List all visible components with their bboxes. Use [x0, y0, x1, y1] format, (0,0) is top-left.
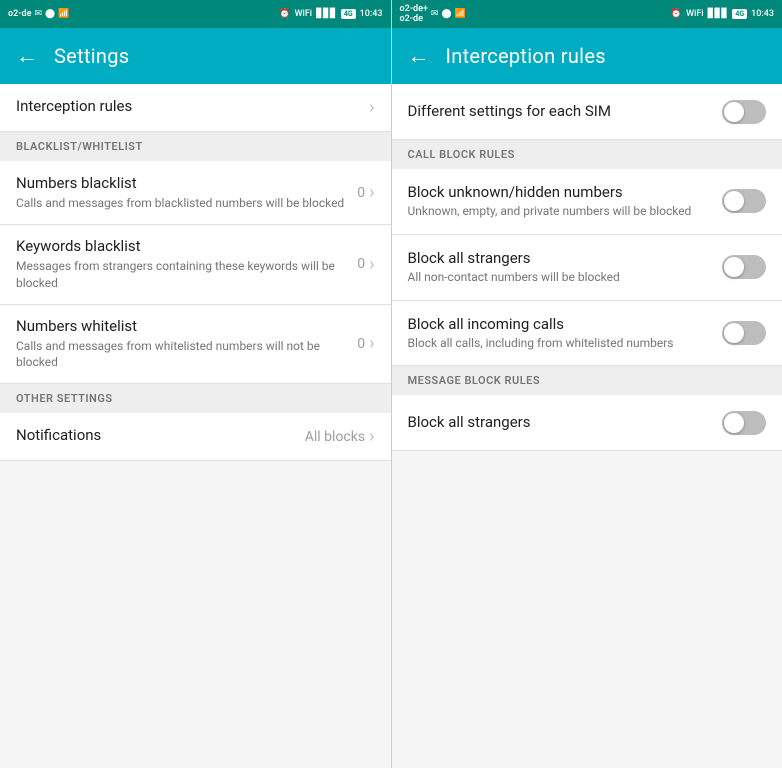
count-numbers-blacklist: 0 — [357, 185, 365, 201]
signal-bars-icon-right: ▊▊▊ — [708, 9, 729, 19]
item-text-keywords-blacklist: Keywords blacklist Messages from strange… — [16, 237, 345, 292]
item-text-block-unknown: Block unknown/hidden numbers Unknown, em… — [408, 183, 711, 220]
status-bar-right: o2-de+o2-de ✉ ⬤ 📶 ⏰ WiFi ▊▊▊ 4G 10:43 — [392, 0, 782, 28]
settings-content: Interception rules › BLACKLIST/WHITELIST… — [0, 84, 391, 768]
item-right-interception: › — [369, 97, 374, 118]
item-block-strangers-calls[interactable]: Block all strangers All non-contact numb… — [392, 235, 782, 301]
item-title-block-incoming: Block all incoming calls — [408, 315, 711, 333]
time-display-right: 10:43 — [751, 9, 774, 19]
chevron-icon-interception: › — [369, 97, 374, 118]
toggle-block-unknown[interactable] — [722, 189, 766, 213]
toggle-block-strangers-msg[interactable] — [722, 411, 766, 435]
count-numbers-whitelist: 0 — [357, 336, 365, 352]
page-title-left: Settings — [54, 44, 129, 68]
chevron-icon-numbers-blacklist: › — [369, 182, 374, 203]
list-item-numbers-whitelist[interactable]: Numbers whitelist Calls and messages fro… — [0, 305, 391, 385]
list-item-notifications[interactable]: Notifications All blocks › — [0, 413, 391, 461]
item-title-block-strangers-msg: Block all strangers — [408, 413, 711, 431]
section-header-call-block: Call block rules — [392, 140, 782, 169]
status-bar-right-right-icons: ⏰ WiFi ▊▊▊ 4G 10:43 — [671, 9, 774, 19]
item-text-block-strangers-calls: Block all strangers All non-contact numb… — [408, 249, 711, 286]
signal-bars-icon: ▊▊▊ — [316, 9, 337, 19]
notifications-value: All blocks — [305, 429, 365, 445]
item-text-block-strangers-msg: Block all strangers — [408, 413, 711, 433]
mail-icon-right: ✉ — [431, 9, 439, 19]
toggle-different-settings[interactable] — [722, 100, 766, 124]
item-title-block-strangers-calls: Block all strangers — [408, 249, 711, 267]
item-subtitle-block-unknown: Unknown, empty, and private numbers will… — [408, 203, 711, 220]
app-bar-right: ← Interception rules — [392, 28, 782, 84]
item-subtitle-numbers-blacklist: Calls and messages from blacklisted numb… — [16, 195, 345, 212]
item-title-notifications: Notifications — [16, 426, 293, 444]
whatsapp-icon-right: ⬤ — [441, 9, 451, 19]
left-panel: o2-de ✉ ⬤ 📶 ⏰ WiFi ▊▊▊ 4G 10:43 ← Settin… — [0, 0, 391, 768]
item-subtitle-keywords-blacklist: Messages from strangers containing these… — [16, 258, 345, 292]
item-subtitle-numbers-whitelist: Calls and messages from whitelisted numb… — [16, 338, 345, 372]
item-text-notifications: Notifications — [16, 426, 293, 447]
whatsapp-icon: ⬤ — [45, 9, 55, 19]
chevron-icon-numbers-whitelist: › — [369, 333, 374, 354]
item-right-numbers-whitelist: 0 › — [357, 333, 374, 354]
alarm-icon: ⏰ — [279, 9, 290, 19]
chevron-icon-keywords-blacklist: › — [369, 254, 374, 275]
mail-icon: ✉ — [34, 9, 42, 19]
item-text-block-incoming: Block all incoming calls Block all calls… — [408, 315, 711, 352]
item-right-numbers-blacklist: 0 › — [357, 182, 374, 203]
item-title-numbers-blacklist: Numbers blacklist — [16, 174, 345, 192]
item-different-settings[interactable]: Different settings for each SIM — [392, 84, 782, 140]
count-keywords-blacklist: 0 — [357, 256, 365, 272]
list-item-keywords-blacklist[interactable]: Keywords blacklist Messages from strange… — [0, 225, 391, 305]
section-header-other: OTHER SETTINGS — [0, 384, 391, 413]
status-bar-left: o2-de ✉ ⬤ 📶 ⏰ WiFi ▊▊▊ 4G 10:43 — [0, 0, 391, 28]
section-header-blacklist: BLACKLIST/WHITELIST — [0, 132, 391, 161]
status-bar-left-icons: o2-de ✉ ⬤ 📶 — [8, 9, 69, 19]
status-bar-right-left-icons: o2-de+o2-de ✉ ⬤ 📶 — [400, 4, 466, 24]
signal-icon-right: 📶 — [455, 9, 466, 19]
item-title-different-settings: Different settings for each SIM — [408, 102, 711, 120]
page-title-right: Interception rules — [446, 44, 606, 68]
carrier-label: o2-de — [8, 9, 31, 19]
list-item-interception-rules[interactable]: Interception rules › — [0, 84, 391, 132]
carrier-label-right: o2-de+o2-de — [400, 4, 428, 24]
list-item-numbers-blacklist[interactable]: Numbers blacklist Calls and messages fro… — [0, 161, 391, 225]
item-block-unknown[interactable]: Block unknown/hidden numbers Unknown, em… — [392, 169, 782, 235]
item-title-interception: Interception rules — [16, 97, 357, 115]
item-text-interception: Interception rules — [16, 97, 357, 118]
toggle-block-strangers-calls[interactable] — [722, 255, 766, 279]
item-block-strangers-msg[interactable]: Block all strangers — [392, 395, 782, 451]
item-block-incoming[interactable]: Block all incoming calls Block all calls… — [392, 301, 782, 367]
item-title-block-unknown: Block unknown/hidden numbers — [408, 183, 711, 201]
app-bar-left: ← Settings — [0, 28, 391, 84]
item-title-numbers-whitelist: Numbers whitelist — [16, 317, 345, 335]
interception-content: Different settings for each SIM Call blo… — [392, 84, 782, 768]
right-panel: o2-de+o2-de ✉ ⬤ 📶 ⏰ WiFi ▊▊▊ 4G 10:43 ← … — [392, 0, 782, 768]
toggle-block-incoming[interactable] — [722, 321, 766, 345]
alarm-icon-right: ⏰ — [671, 9, 682, 19]
back-button-left[interactable]: ← — [16, 43, 38, 69]
item-right-keywords-blacklist: 0 › — [357, 254, 374, 275]
item-right-notifications: All blocks › — [305, 426, 375, 447]
status-bar-right-icons: ⏰ WiFi ▊▊▊ 4G 10:43 — [279, 9, 382, 19]
item-subtitle-block-incoming: Block all calls, including from whitelis… — [408, 335, 711, 352]
time-display: 10:43 — [360, 9, 383, 19]
section-header-message-block: Message block rules — [392, 366, 782, 395]
network-badge: 4G — [341, 9, 356, 19]
item-title-keywords-blacklist: Keywords blacklist — [16, 237, 345, 255]
back-button-right[interactable]: ← — [408, 43, 430, 69]
network-badge-right: 4G — [732, 9, 747, 19]
item-text-numbers-blacklist: Numbers blacklist Calls and messages fro… — [16, 174, 345, 212]
wifi-icon: WiFi — [295, 9, 312, 19]
item-text-different-settings: Different settings for each SIM — [408, 102, 711, 122]
wifi-icon-right: WiFi — [686, 9, 703, 19]
item-text-numbers-whitelist: Numbers whitelist Calls and messages fro… — [16, 317, 345, 372]
item-subtitle-block-strangers-calls: All non-contact numbers will be blocked — [408, 269, 711, 286]
chevron-icon-notifications: › — [369, 426, 374, 447]
signal-icon: 📶 — [58, 9, 69, 19]
